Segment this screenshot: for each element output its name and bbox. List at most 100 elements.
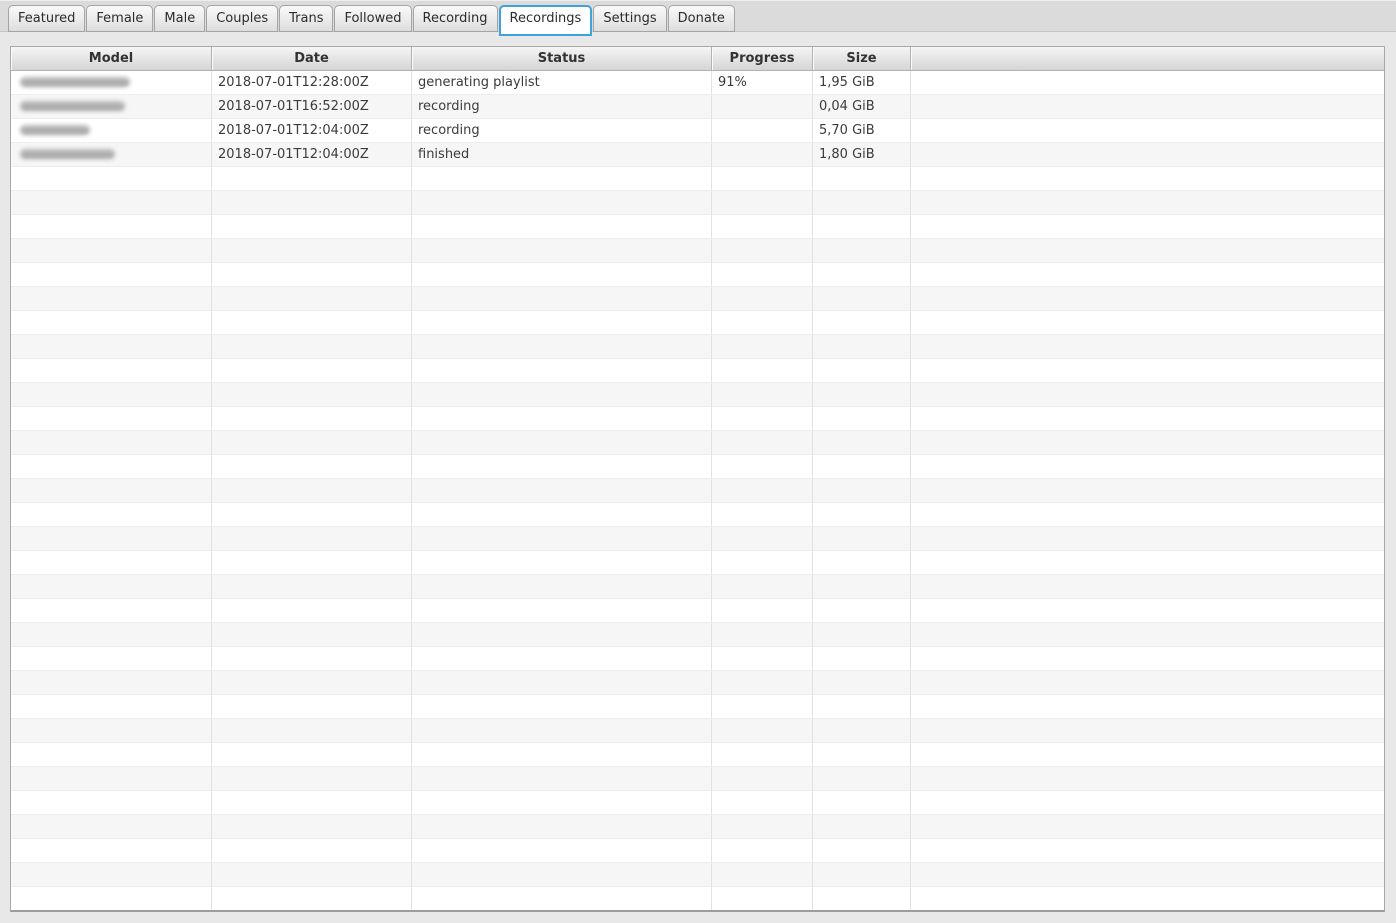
empty-cell: [813, 191, 911, 214]
empty-cell: [11, 719, 212, 742]
empty-cell: [212, 575, 412, 598]
column-header-model[interactable]: Model: [11, 47, 212, 70]
empty-cell: [712, 695, 813, 718]
empty-cell: [813, 719, 911, 742]
cell-filler: [911, 71, 1384, 94]
tab-recording[interactable]: Recording: [412, 5, 498, 32]
column-header-size[interactable]: Size: [813, 47, 911, 70]
empty-cell: [712, 407, 813, 430]
empty-cell: [813, 335, 911, 358]
empty-cell: [212, 479, 412, 502]
redacted-model-name: [20, 100, 125, 111]
empty-cell: [212, 455, 412, 478]
empty-cell: [212, 671, 412, 694]
empty-cell: [412, 191, 712, 214]
empty-table-row: [11, 215, 1384, 239]
empty-cell: [911, 623, 1384, 646]
empty-cell: [412, 743, 712, 766]
empty-cell: [412, 551, 712, 574]
tab-followed[interactable]: Followed: [334, 5, 412, 32]
tab-donate[interactable]: Donate: [667, 5, 735, 32]
empty-cell: [11, 407, 212, 430]
empty-cell: [212, 647, 412, 670]
empty-cell: [212, 863, 412, 886]
empty-cell: [911, 719, 1384, 742]
table-row[interactable]: 2018-07-01T12:04:00Z finished 1,80 GiB: [11, 143, 1384, 167]
tab-trans[interactable]: Trans: [279, 5, 334, 32]
column-header-progress[interactable]: Progress: [712, 47, 813, 70]
empty-cell: [212, 311, 412, 334]
table-row[interactable]: 2018-07-01T12:04:00Z recording 5,70 GiB: [11, 119, 1384, 143]
tab-featured[interactable]: Featured: [8, 5, 86, 32]
empty-cell: [212, 719, 412, 742]
tab-couples[interactable]: Couples: [206, 5, 279, 32]
empty-table-row: [11, 191, 1384, 215]
empty-cell: [212, 551, 412, 574]
empty-cell: [412, 623, 712, 646]
empty-cell: [712, 887, 813, 910]
empty-cell: [712, 575, 813, 598]
empty-table-row: [11, 551, 1384, 575]
tab-recordings[interactable]: Recordings: [498, 5, 593, 36]
empty-cell: [911, 359, 1384, 382]
empty-cell: [813, 767, 911, 790]
empty-cell: [212, 599, 412, 622]
empty-cell: [11, 551, 212, 574]
cell-date: 2018-07-01T12:28:00Z: [212, 71, 412, 94]
empty-cell: [412, 311, 712, 334]
table-row[interactable]: 2018-07-01T12:28:00Z generating playlist 9…: [11, 71, 1384, 95]
empty-cell: [212, 767, 412, 790]
empty-table-row: [11, 887, 1384, 910]
empty-cell: [212, 383, 412, 406]
empty-cell: [212, 431, 412, 454]
empty-cell: [212, 359, 412, 382]
empty-table-row: [11, 575, 1384, 599]
empty-cell: [712, 455, 813, 478]
empty-cell: [412, 455, 712, 478]
empty-cell: [911, 575, 1384, 598]
empty-cell: [911, 191, 1384, 214]
empty-cell: [11, 791, 212, 814]
empty-cell: [911, 815, 1384, 838]
empty-cell: [212, 743, 412, 766]
empty-table-row: [11, 743, 1384, 767]
empty-cell: [11, 215, 212, 238]
empty-cell: [412, 695, 712, 718]
cell-filler: [911, 143, 1384, 166]
empty-cell: [11, 503, 212, 526]
tab-female[interactable]: Female: [86, 5, 154, 32]
redacted-model-name: [20, 124, 90, 135]
tab-settings[interactable]: Settings: [593, 5, 667, 32]
empty-cell: [712, 791, 813, 814]
empty-cell: [412, 263, 712, 286]
empty-cell: [813, 167, 911, 190]
empty-cell: [212, 527, 412, 550]
empty-table-row: [11, 527, 1384, 551]
cell-model: [11, 71, 212, 94]
empty-cell: [412, 647, 712, 670]
empty-cell: [911, 503, 1384, 526]
empty-cell: [412, 671, 712, 694]
cell-date: 2018-07-01T12:04:00Z: [212, 119, 412, 142]
empty-cell: [813, 287, 911, 310]
cell-size: 1,95 GiB: [813, 71, 911, 94]
empty-cell: [412, 239, 712, 262]
column-header-date[interactable]: Date: [212, 47, 412, 70]
empty-cell: [11, 263, 212, 286]
column-header-status[interactable]: Status: [412, 47, 712, 70]
empty-cell: [712, 863, 813, 886]
empty-cell: [11, 479, 212, 502]
column-header-filler: [911, 47, 1384, 70]
empty-cell: [11, 599, 212, 622]
empty-table-row: [11, 791, 1384, 815]
empty-cell: [212, 167, 412, 190]
empty-cell: [911, 695, 1384, 718]
tab-male[interactable]: Male: [154, 5, 206, 32]
empty-cell: [212, 263, 412, 286]
table-row[interactable]: 2018-07-01T16:52:00Z recording 0,04 GiB: [11, 95, 1384, 119]
empty-cell: [813, 455, 911, 478]
empty-cell: [11, 359, 212, 382]
empty-table-row: [11, 647, 1384, 671]
empty-table-row: [11, 503, 1384, 527]
empty-cell: [412, 431, 712, 454]
